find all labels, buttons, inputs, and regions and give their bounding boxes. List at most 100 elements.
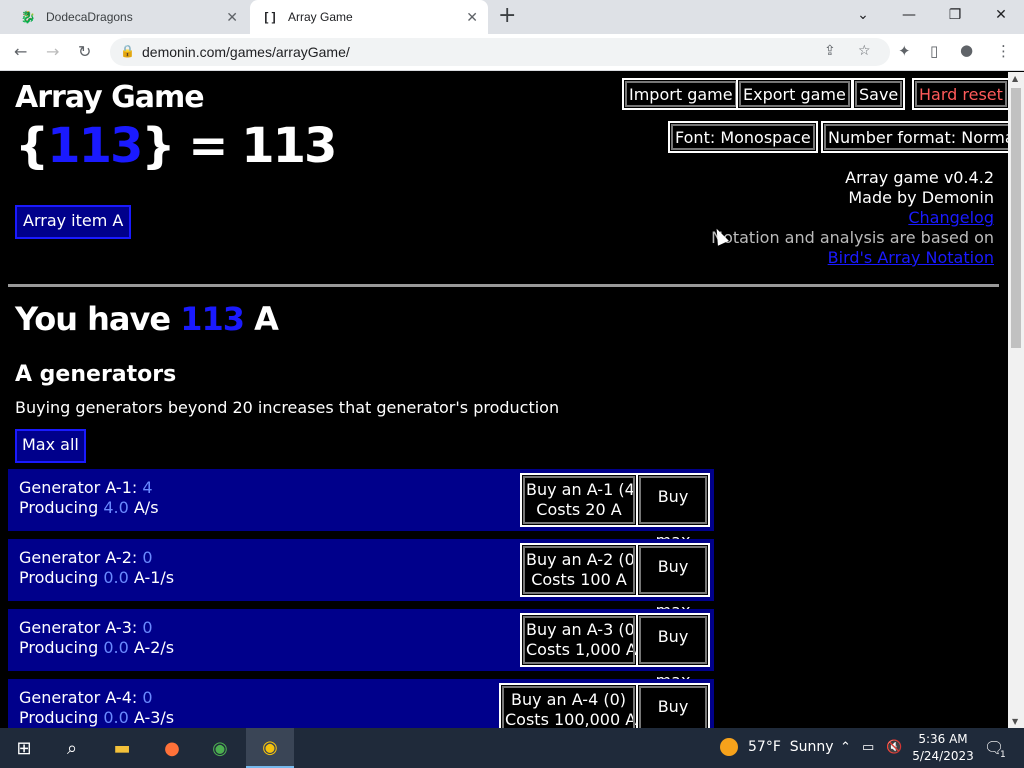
- buy-max-button[interactable]: Buy max: [636, 683, 710, 728]
- formula-open: {: [15, 118, 49, 174]
- extensions-icon[interactable]: ✦: [898, 42, 911, 60]
- chevron-up-icon[interactable]: ⌃: [840, 740, 851, 755]
- tab-dodecadragons[interactable]: 🐉 DodecaDragons ✕: [8, 0, 248, 34]
- generator-info: Generator A-4: 0 Producing 0.0 A-3/s: [19, 688, 174, 728]
- buy-cost: Costs 20 A: [536, 500, 622, 519]
- generator-unit: A-3/s: [133, 708, 175, 727]
- share-icon[interactable]: ⇪: [824, 43, 836, 59]
- scroll-up-icon[interactable]: ▲: [1012, 74, 1018, 83]
- version-text: Array game v0.4.2: [845, 168, 994, 187]
- url-text[interactable]: demonin.com/games/arrayGame/: [142, 44, 350, 60]
- page-title: Array Game: [15, 80, 205, 115]
- save-button[interactable]: Save: [852, 78, 906, 110]
- formula-close: }: [141, 118, 175, 174]
- generator-name: Generator A-3:: [19, 618, 138, 637]
- menu-icon[interactable]: ⋮: [996, 42, 1011, 60]
- windows-start-icon[interactable]: ⊞: [0, 728, 48, 768]
- buy-label: Buy an A-4 (0): [511, 690, 626, 709]
- back-icon[interactable]: ←: [14, 42, 27, 61]
- close-icon[interactable]: ✕: [466, 9, 478, 26]
- generator-unit: A-1/s: [133, 568, 175, 587]
- volume-muted-icon[interactable]: 🔇: [886, 740, 902, 755]
- generator-rate: 4.0: [103, 498, 129, 517]
- generator-info: Generator A-1: 4 Producing 4.0 A/s: [19, 478, 159, 518]
- reload-icon[interactable]: ↻: [78, 42, 91, 61]
- formula-value: 113: [47, 118, 143, 174]
- clock-date: 5/24/2023: [912, 749, 974, 763]
- buy-cost: Costs 100,000 A: [505, 710, 637, 728]
- generators-description: Buying generators beyond 20 increases th…: [15, 398, 560, 417]
- info-panel: Array game v0.4.2 Made by Demonin Change…: [711, 168, 994, 268]
- hard-reset-button[interactable]: Hard reset: [912, 78, 1008, 110]
- buy-generator-button[interactable]: Buy an A-1 (4) Costs 20 A: [520, 473, 641, 527]
- scrollbar-thumb[interactable]: [1011, 88, 1021, 348]
- generator-unit: A/s: [133, 498, 159, 517]
- generator-info: Generator A-3: 0 Producing 0.0 A-2/s: [19, 618, 174, 658]
- buy-max-button[interactable]: Buy max: [636, 613, 710, 690]
- weather-temp: 57°F: [748, 739, 781, 755]
- generator-count: 4: [142, 478, 153, 497]
- buy-generator-button[interactable]: Buy an A-3 (0) Costs 1,000 A: [520, 613, 641, 667]
- omnibox[interactable]: 🔒 demonin.com/games/arrayGame/ ⇪ ☆: [110, 38, 890, 66]
- forward-icon[interactable]: →: [46, 42, 59, 61]
- browser-tab-bar: 🐉 DodecaDragons ✕ [ ] Array Game ✕ + ⌄ —…: [0, 0, 1024, 34]
- notification-count: 1: [1000, 750, 1006, 760]
- tab-array-game[interactable]: [ ] Array Game ✕: [250, 0, 488, 34]
- tab-search-icon[interactable]: ⌄: [840, 0, 886, 30]
- generator-row: Generator A-2: 0 Producing 0.0 A-1/s Buy…: [8, 539, 714, 620]
- clock-time: 5:36 AM: [918, 732, 968, 746]
- restore-button[interactable]: ❐: [932, 0, 978, 30]
- close-icon[interactable]: ✕: [226, 9, 238, 26]
- generator-name: Generator A-2:: [19, 548, 138, 567]
- search-icon[interactable]: ⌕: [48, 728, 96, 768]
- generator-row: Generator A-4: 0 Producing 0.0 A-3/s Buy…: [8, 679, 714, 728]
- new-tab-button[interactable]: +: [498, 5, 516, 27]
- generator-row: Generator A-3: 0 Producing 0.0 A-2/s Buy…: [8, 609, 714, 690]
- weather-widget[interactable]: 57°F Sunny: [720, 738, 834, 756]
- buy-label: Buy an A-1 (4): [526, 480, 641, 499]
- profile-icon[interactable]: ●: [960, 41, 973, 59]
- array-item-a-button[interactable]: Array item A: [15, 205, 132, 239]
- chrome-active-icon[interactable]: ◉: [246, 728, 294, 768]
- currency-display: You have 113 A: [15, 300, 279, 338]
- buy-generator-button[interactable]: Buy an A-4 (0) Costs 100,000 A: [499, 683, 638, 728]
- sun-icon: [720, 738, 738, 756]
- generator-rate: 0.0: [103, 708, 129, 727]
- file-explorer-icon[interactable]: ▬: [98, 728, 146, 768]
- notation-link[interactable]: Bird's Array Notation: [711, 248, 994, 268]
- minimize-button[interactable]: —: [886, 0, 932, 30]
- import-game-button[interactable]: Import game: [622, 78, 740, 110]
- buy-generator-button[interactable]: Buy an A-2 (0) Costs 100 A: [520, 543, 641, 597]
- formula-result: = 113: [188, 118, 337, 174]
- tab-title: DodecaDragons: [46, 10, 133, 24]
- clock[interactable]: 5:36 AM 5/24/2023: [912, 731, 974, 765]
- chrome-icon[interactable]: ◉: [196, 728, 244, 768]
- bracket-icon: [ ]: [264, 10, 276, 24]
- address-toolbar: ← → ↻ 🔒 demonin.com/games/arrayGame/ ⇪ ☆…: [0, 34, 1024, 71]
- array-formula: {113} = 113: [15, 118, 337, 174]
- font-toggle-button[interactable]: Font: Monospace: [668, 121, 818, 153]
- network-icon[interactable]: ▭: [862, 740, 874, 755]
- changelog-link[interactable]: Changelog: [711, 208, 994, 228]
- weather-condition: Sunny: [789, 739, 834, 755]
- scroll-down-icon[interactable]: ▼: [1012, 717, 1018, 726]
- tab-title: Array Game: [288, 10, 353, 24]
- buy-max-button[interactable]: Buy max: [636, 473, 710, 550]
- bookmark-star-icon[interactable]: ☆: [858, 43, 871, 59]
- buy-cost: Costs 100 A: [531, 570, 627, 589]
- firefox-icon[interactable]: ●: [148, 728, 196, 768]
- buy-cost: Costs 1,000 A: [526, 640, 637, 659]
- buy-label: Buy an A-3 (0): [526, 620, 641, 639]
- export-game-button[interactable]: Export game: [736, 78, 853, 110]
- buy-max-button[interactable]: Buy max: [636, 543, 710, 620]
- producing-label: Producing: [19, 568, 99, 587]
- author-text: Made by Demonin: [848, 188, 994, 207]
- close-window-button[interactable]: ✕: [978, 0, 1024, 30]
- generator-count: 0: [142, 548, 153, 567]
- have-amount: 113: [180, 300, 245, 338]
- max-all-button[interactable]: Max all: [15, 429, 86, 463]
- lock-icon[interactable]: 🔒: [120, 44, 135, 58]
- side-panel-icon[interactable]: ▯: [930, 42, 938, 60]
- page-scrollbar[interactable]: ▲ ▼: [1008, 72, 1024, 728]
- number-format-button[interactable]: Number format: Normal: [821, 121, 1008, 153]
